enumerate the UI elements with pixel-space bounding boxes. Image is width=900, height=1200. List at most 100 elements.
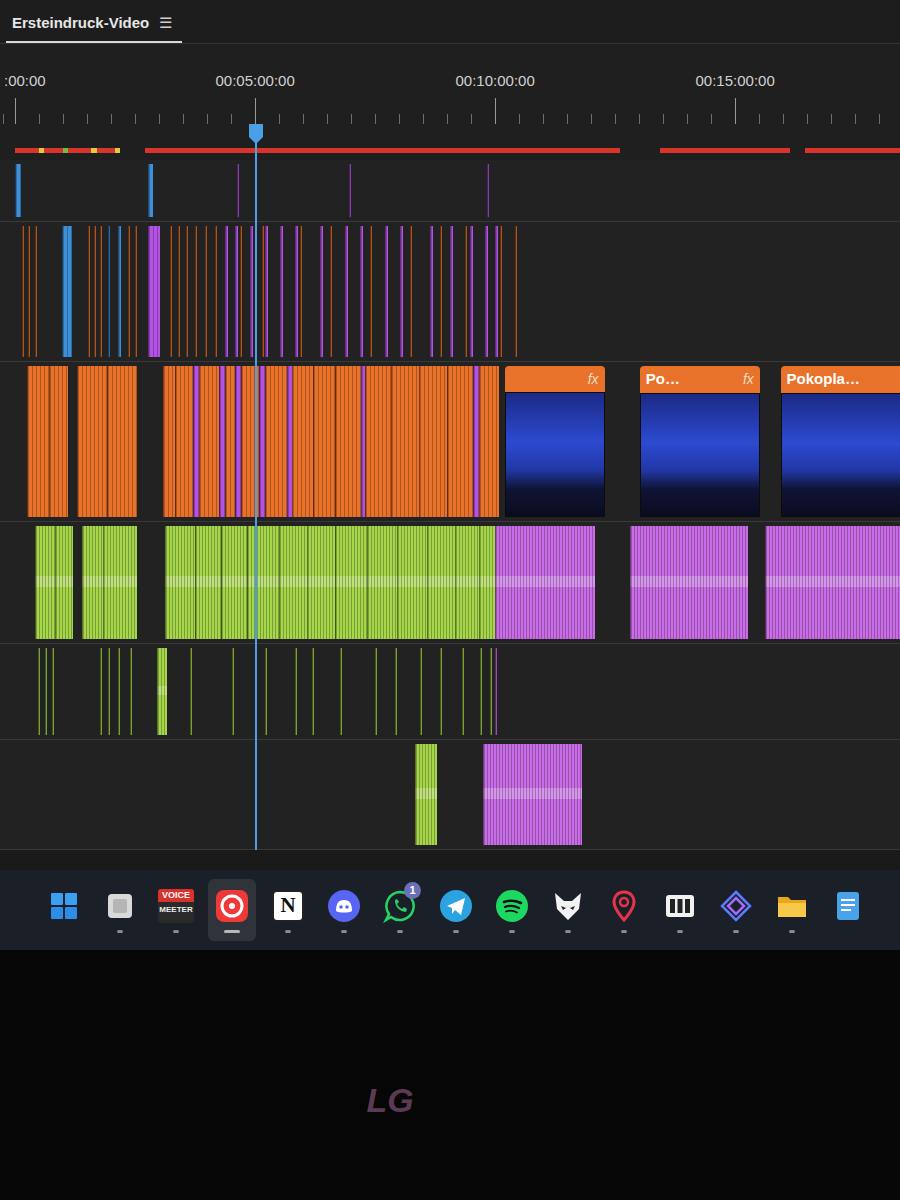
taskbar-app[interactable]	[488, 879, 536, 941]
clip[interactable]	[100, 226, 102, 357]
clip[interactable]	[480, 648, 482, 735]
clip[interactable]	[470, 226, 473, 357]
clip[interactable]	[400, 226, 403, 357]
clip[interactable]	[265, 366, 287, 517]
audio-clip[interactable]	[157, 648, 167, 735]
clip[interactable]	[265, 226, 268, 357]
audio-clip[interactable]	[455, 526, 479, 639]
clip[interactable]	[440, 648, 442, 735]
clip[interactable]	[130, 648, 132, 735]
taskbar-app[interactable]: 1	[376, 879, 424, 941]
clip[interactable]	[27, 366, 49, 517]
audio-clip[interactable]	[415, 744, 437, 845]
clip[interactable]	[28, 226, 30, 357]
clip[interactable]	[487, 164, 489, 217]
audio-clip[interactable]	[165, 526, 195, 639]
clip[interactable]	[360, 226, 363, 357]
clip[interactable]	[237, 164, 239, 217]
audio-clip[interactable]	[103, 526, 137, 639]
clip[interactable]	[45, 648, 47, 735]
clip[interactable]	[225, 226, 228, 357]
clip[interactable]	[295, 226, 298, 357]
clip[interactable]	[335, 366, 361, 517]
video-clip[interactable]: fx	[505, 366, 605, 517]
clip[interactable]	[515, 226, 517, 357]
clip[interactable]	[500, 226, 502, 357]
audio-clip[interactable]	[247, 526, 279, 639]
audio-clip[interactable]	[765, 526, 900, 639]
clip[interactable]	[35, 226, 37, 357]
clip[interactable]	[148, 164, 153, 217]
clip[interactable]	[385, 226, 388, 357]
clip[interactable]	[250, 226, 253, 357]
clip[interactable]	[375, 648, 377, 735]
taskbar-app[interactable]	[768, 879, 816, 941]
clip[interactable]	[495, 648, 497, 735]
taskbar-app[interactable]	[40, 879, 88, 941]
clip[interactable]	[108, 226, 110, 357]
taskbar-app[interactable]	[544, 879, 592, 941]
clip[interactable]	[170, 226, 172, 357]
track-lane[interactable]: fxPo…fxPokopla…	[0, 362, 900, 522]
clip[interactable]	[225, 366, 235, 517]
clip[interactable]	[199, 366, 219, 517]
clip[interactable]	[320, 226, 323, 357]
audio-clip[interactable]	[55, 526, 73, 639]
clip[interactable]	[490, 648, 492, 735]
clip[interactable]	[186, 226, 188, 357]
clip[interactable]	[178, 226, 180, 357]
clip[interactable]	[391, 366, 419, 517]
clip[interactable]	[118, 648, 120, 735]
clip[interactable]	[419, 366, 447, 517]
sequence-tab[interactable]: Ersteindruck-Video☰	[6, 4, 182, 44]
clip[interactable]	[420, 648, 422, 735]
clip[interactable]	[280, 226, 283, 357]
audio-clip[interactable]	[221, 526, 247, 639]
clip[interactable]	[300, 226, 302, 357]
taskbar-app[interactable]	[320, 879, 368, 941]
clip[interactable]	[240, 226, 242, 357]
menu-icon[interactable]: ☰	[159, 12, 172, 35]
clip[interactable]	[340, 648, 342, 735]
taskbar-app[interactable]	[96, 879, 144, 941]
track-lane[interactable]	[0, 160, 900, 222]
clip[interactable]	[100, 648, 102, 735]
clip[interactable]	[395, 648, 397, 735]
clip[interactable]	[88, 226, 90, 357]
clip[interactable]	[135, 226, 137, 357]
clip[interactable]	[295, 648, 297, 735]
clip[interactable]	[485, 226, 488, 357]
clip[interactable]	[440, 226, 442, 357]
clip[interactable]	[495, 226, 498, 357]
clip[interactable]	[94, 226, 96, 357]
clip[interactable]	[148, 226, 160, 357]
time-ruler[interactable]: :00:0000:05:00:0000:10:00:0000:15:00:00	[0, 44, 900, 160]
clip[interactable]	[345, 226, 348, 357]
clip[interactable]	[205, 226, 207, 357]
taskbar-app[interactable]: VOICEMEETER	[152, 879, 200, 941]
clip[interactable]	[450, 226, 453, 357]
clip[interactable]	[462, 648, 464, 735]
track-lane[interactable]	[0, 740, 900, 850]
audio-clip[interactable]	[630, 526, 748, 639]
clip[interactable]	[118, 226, 120, 357]
audio-clip[interactable]	[483, 744, 582, 845]
audio-clip[interactable]	[82, 526, 103, 639]
taskbar-app[interactable]	[656, 879, 704, 941]
taskbar-app[interactable]	[824, 879, 872, 941]
track-lane[interactable]	[0, 644, 900, 740]
clip[interactable]	[365, 366, 391, 517]
clip[interactable]	[107, 366, 137, 517]
clip[interactable]	[265, 648, 267, 735]
clip[interactable]	[479, 366, 499, 517]
taskbar-app[interactable]	[208, 879, 256, 941]
taskbar-app[interactable]	[712, 879, 760, 941]
clip[interactable]	[49, 366, 68, 517]
clip[interactable]	[15, 164, 21, 217]
audio-clip[interactable]	[335, 526, 367, 639]
video-clip[interactable]: Pokopla…	[781, 366, 900, 517]
clip[interactable]	[128, 226, 130, 357]
clip[interactable]	[163, 366, 175, 517]
audio-clip[interactable]	[367, 526, 397, 639]
clip[interactable]	[38, 648, 40, 735]
